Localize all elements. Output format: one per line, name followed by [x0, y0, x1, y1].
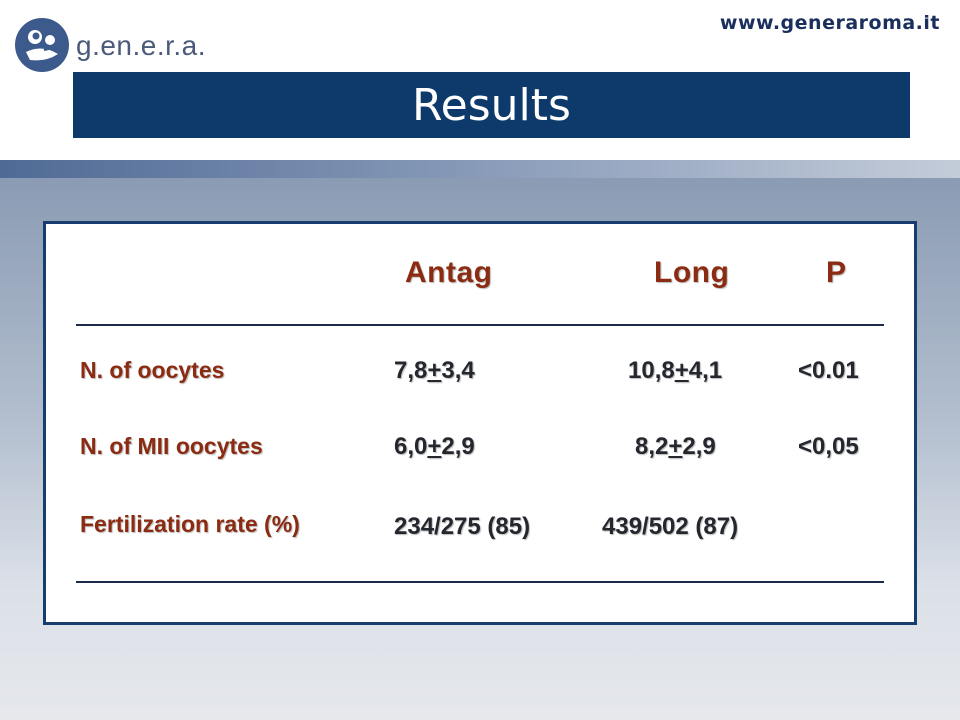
column-header-long: Long — [654, 256, 730, 289]
cell-antag-fertilization-rate: 234/275 (85) — [394, 513, 531, 540]
cell-long-oocytes: 10,8+4,1 — [628, 357, 723, 384]
cell-antag-mii-oocytes: 6,0+2,9 — [394, 433, 475, 460]
header-divider — [76, 324, 884, 326]
cell-long-fertilization-rate: 439/502 (87) — [602, 513, 739, 540]
website-url[interactable]: www.generaroma.it — [720, 12, 940, 34]
footer-divider — [76, 581, 884, 583]
cell-p-mii-oocytes: <0,05 — [798, 433, 859, 460]
genera-logo: g.en.e.r.a. — [14, 16, 224, 74]
column-header-p: P — [826, 256, 847, 289]
header-area: g.en.e.r.a. www.generaroma.it Results — [0, 0, 960, 160]
logo-text: g.en.e.r.a. — [76, 30, 207, 61]
results-table: Antag Long P N. of oocytes 7,8+3,4 10,8+… — [43, 221, 917, 625]
cell-p-oocytes: <0.01 — [798, 357, 859, 384]
gradient-strip — [0, 160, 960, 178]
genera-logo-icon — [15, 18, 69, 72]
row-label-oocytes: N. of oocytes — [80, 357, 225, 383]
page-title: Results — [412, 79, 571, 131]
cell-long-mii-oocytes: 8,2+2,9 — [635, 433, 716, 460]
cell-antag-oocytes: 7,8+3,4 — [394, 357, 475, 384]
row-label-mii-oocytes: N. of MII oocytes — [80, 433, 263, 459]
row-label-fertilization-rate: Fertilization rate (%) — [80, 511, 300, 537]
column-header-antag: Antag — [405, 256, 493, 289]
title-bar: Results — [73, 72, 910, 138]
